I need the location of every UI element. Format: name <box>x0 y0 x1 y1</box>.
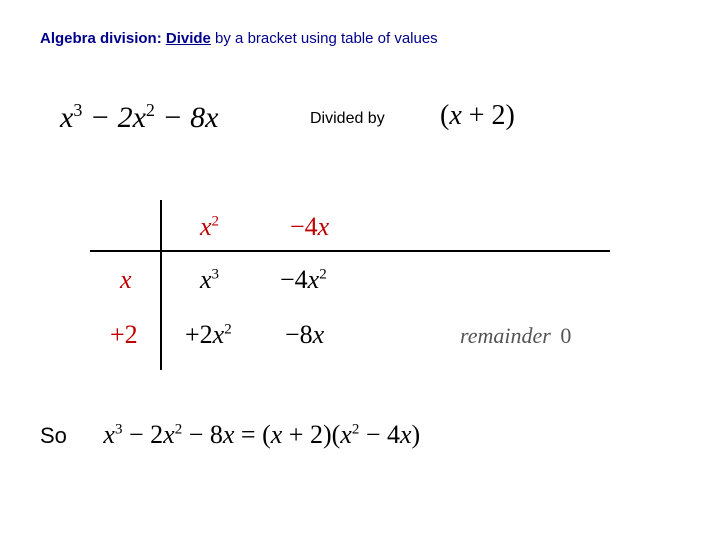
result-equation: x3 − 2x2 − 8x = (x + 2)(x2 − 4x) <box>103 420 420 449</box>
row1-label: x <box>120 265 132 295</box>
remainder-value: 0 <box>560 323 571 348</box>
so-label: So <box>40 423 67 448</box>
page-title: Algebra division: Divide by a bracket us… <box>40 30 438 47</box>
title-rest: by a bracket using table of values <box>215 30 438 47</box>
division-expression: x3 − 2x2 − 8x Divided by (x + 2) <box>60 100 660 150</box>
table-vertical-line <box>160 200 162 370</box>
divided-by-label: Divided by <box>310 110 385 128</box>
remainder-text: remainder 0 <box>460 323 571 349</box>
remainder-label: remainder <box>460 323 551 348</box>
dividend: x3 − 2x2 − 8x <box>60 100 218 135</box>
row1-col1: x3 <box>200 265 219 295</box>
divisor: (x + 2) <box>440 100 515 132</box>
division-table: x2 −4x x x3 −4x2 +2 +2x2 −8x remainder 0 <box>90 200 630 380</box>
table-horizontal-line <box>90 250 610 252</box>
row2-col2: −8x <box>285 320 324 350</box>
title-bold2: Divide <box>166 30 211 47</box>
result-line: So x3 − 2x2 − 8x = (x + 2)(x2 − 4x) <box>40 420 680 460</box>
row2-label: +2 <box>110 320 138 350</box>
header-col1: x2 <box>200 212 219 242</box>
row2-col1: +2x2 <box>185 320 232 350</box>
title-bold1: Algebra division: <box>40 30 162 47</box>
row1-col2: −4x2 <box>280 265 327 295</box>
header-col2: −4x <box>290 212 329 242</box>
